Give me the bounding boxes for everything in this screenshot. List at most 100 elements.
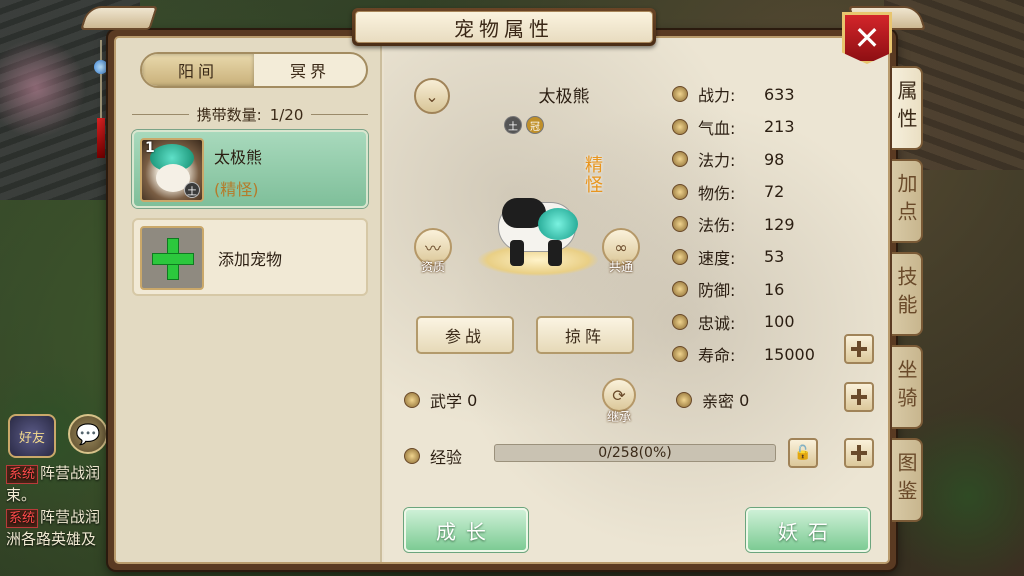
grow-button[interactable]: 成长 (404, 508, 528, 552)
stat-label: 寿命: (698, 346, 736, 366)
physical-damage-icon (672, 183, 688, 200)
chat-text: 阵营战润 (40, 464, 101, 482)
tab-nether-realm[interactable]: 冥界 (254, 54, 366, 86)
side-tabs: 属性 加点 技能 坐骑 图鉴 (892, 66, 940, 531)
pet-list-type: (精怪) (214, 180, 259, 199)
frame-corner-left (80, 6, 158, 30)
background-blossom (0, 40, 90, 160)
chat-line: 束。 (6, 484, 118, 506)
stat-value: 98 (764, 149, 785, 169)
intimacy-icon (676, 392, 692, 408)
chat-text: 阵营战润 (40, 508, 101, 526)
window-title-plate: 宠物属性 (352, 8, 656, 46)
defense-icon (672, 281, 688, 298)
formation-button[interactable]: 掠阵 (536, 316, 634, 354)
pet-name: 太极熊 (538, 87, 590, 107)
pet-detail-panel: ⌄ 太极熊 土 冠 精怪 〰 资质 ∞ 共通 参战 掠阵 战力: 633 气血:… (384, 38, 888, 562)
plus-icon (851, 341, 867, 357)
stat-row: 战力: 633 (672, 78, 852, 111)
hp-icon (672, 118, 688, 135)
stat-row: 法伤: 129 (672, 208, 852, 241)
lock-icon[interactable]: 🔓 (788, 438, 818, 468)
crown-icon: 冠 (526, 116, 544, 134)
stat-label: 防御: (698, 281, 736, 301)
tab-mount[interactable]: 坐骑 (892, 345, 923, 429)
add-pet-button[interactable]: 添加宠物 (132, 218, 368, 296)
tab-add-points[interactable]: 加点 (892, 159, 923, 243)
stat-row: 寿命: 15000 (672, 338, 852, 371)
stat-label: 气血: (698, 118, 736, 138)
loyalty-icon (672, 313, 688, 330)
window-title: 宠物属性 (355, 11, 653, 43)
system-tag: 系统 (6, 465, 39, 484)
chat-log: 系统 阵营战润 束。 系统 阵营战润 洲各路英雄及 (6, 462, 118, 550)
pet-model (488, 188, 584, 268)
pet-level: 1 (145, 140, 155, 156)
intimacy-add-button[interactable] (844, 382, 874, 412)
stat-label: 法伤: (698, 216, 736, 236)
refresh-icon: ⟳ (612, 385, 626, 405)
carry-value: 1/20 (269, 105, 304, 124)
stat-value: 213 (764, 117, 795, 137)
chat-line: 系统 阵营战润 (6, 506, 118, 528)
divider (132, 114, 189, 115)
pet-window-body: 阳间 冥界 携带数量: 1/20 1 土 太极熊 (精怪) 添加宠物 ⌄ 太极熊… (114, 36, 890, 564)
plus-icon (152, 238, 194, 280)
stat-row: 忠诚: 100 (672, 306, 852, 339)
realm-tabs: 阳间 冥界 (140, 52, 368, 88)
lifespan-icon (672, 346, 688, 363)
stat-row: 气血: 213 (672, 111, 852, 144)
tab-attributes[interactable]: 属性 (892, 66, 923, 150)
stat-value: 100 (764, 312, 795, 332)
martial-value: 0 (467, 390, 478, 410)
demon-stone-button[interactable]: 妖石 (746, 508, 870, 552)
pet-category: 精怪 (585, 155, 603, 196)
divider (311, 114, 368, 115)
game-screen: 好友 💬 系统 阵营战润 束。 系统 阵营战润 洲各路英雄及 阳间 冥界 携带数量:… (0, 0, 1024, 576)
inherit-button[interactable]: ⟳ (602, 378, 636, 412)
fight-button[interactable]: 参战 (416, 316, 514, 354)
power-icon (672, 86, 688, 103)
aptitude-label: 资质 (420, 260, 445, 274)
stat-label: 忠诚: (698, 313, 736, 333)
intimacy-value: 0 (739, 390, 750, 410)
add-pet-label: 添加宠物 (218, 250, 283, 269)
stat-row: 法力: 98 (672, 143, 852, 176)
stat-row: 防御: 16 (672, 273, 852, 306)
martial-row: 武学 0 (404, 388, 477, 412)
earth-element-icon: 土 (504, 116, 522, 134)
inherit-label: 继承 (606, 410, 631, 424)
share-label: 共通 (608, 260, 633, 274)
friends-button[interactable]: 好友 (8, 414, 56, 458)
stat-value: 53 (764, 247, 785, 267)
add-pet-box (140, 226, 204, 290)
stat-value: 129 (764, 214, 795, 234)
carry-count: 携带数量: 1/20 (132, 104, 368, 125)
stat-row: 速度: 53 (672, 241, 852, 274)
plus-icon (851, 389, 867, 405)
tab-yang-realm[interactable]: 阳间 (142, 54, 254, 86)
earth-element-icon: 土 (184, 182, 200, 198)
pet-list-item[interactable]: 1 土 太极熊 (精怪) (132, 130, 368, 208)
carry-label: 携带数量: (196, 106, 262, 124)
tab-skills[interactable]: 技能 (892, 252, 923, 336)
magic-damage-icon (672, 216, 688, 233)
stat-value: 15000 (764, 344, 815, 364)
pulse-icon: 〰 (424, 239, 441, 258)
intimacy-row: 亲密 0 (676, 388, 749, 412)
stat-label: 物伤: (698, 183, 736, 203)
lifespan-add-button[interactable] (844, 334, 874, 364)
experience-add-button[interactable] (844, 438, 874, 468)
experience-row: 经验 (404, 444, 462, 468)
tab-codex[interactable]: 图鉴 (892, 438, 923, 522)
chat-line: 洲各路英雄及 (6, 528, 118, 550)
pet-window: 阳间 冥界 携带数量: 1/20 1 土 太极熊 (精怪) 添加宠物 ⌄ 太极熊… (108, 30, 896, 570)
pet-list-panel: 阳间 冥界 携带数量: 1/20 1 土 太极熊 (精怪) 添加宠物 (116, 38, 382, 562)
pet-element-icons: 土 冠 (504, 116, 544, 134)
chat-bubble-icon[interactable]: 💬 (68, 414, 108, 454)
stat-label: 法力: (698, 151, 736, 171)
stat-row: 物伤: 72 (672, 176, 852, 209)
chevron-down-icon[interactable]: ⌄ (414, 78, 450, 114)
experience-bar: 0/258(0%) (494, 444, 776, 462)
stat-value: 72 (764, 182, 785, 202)
